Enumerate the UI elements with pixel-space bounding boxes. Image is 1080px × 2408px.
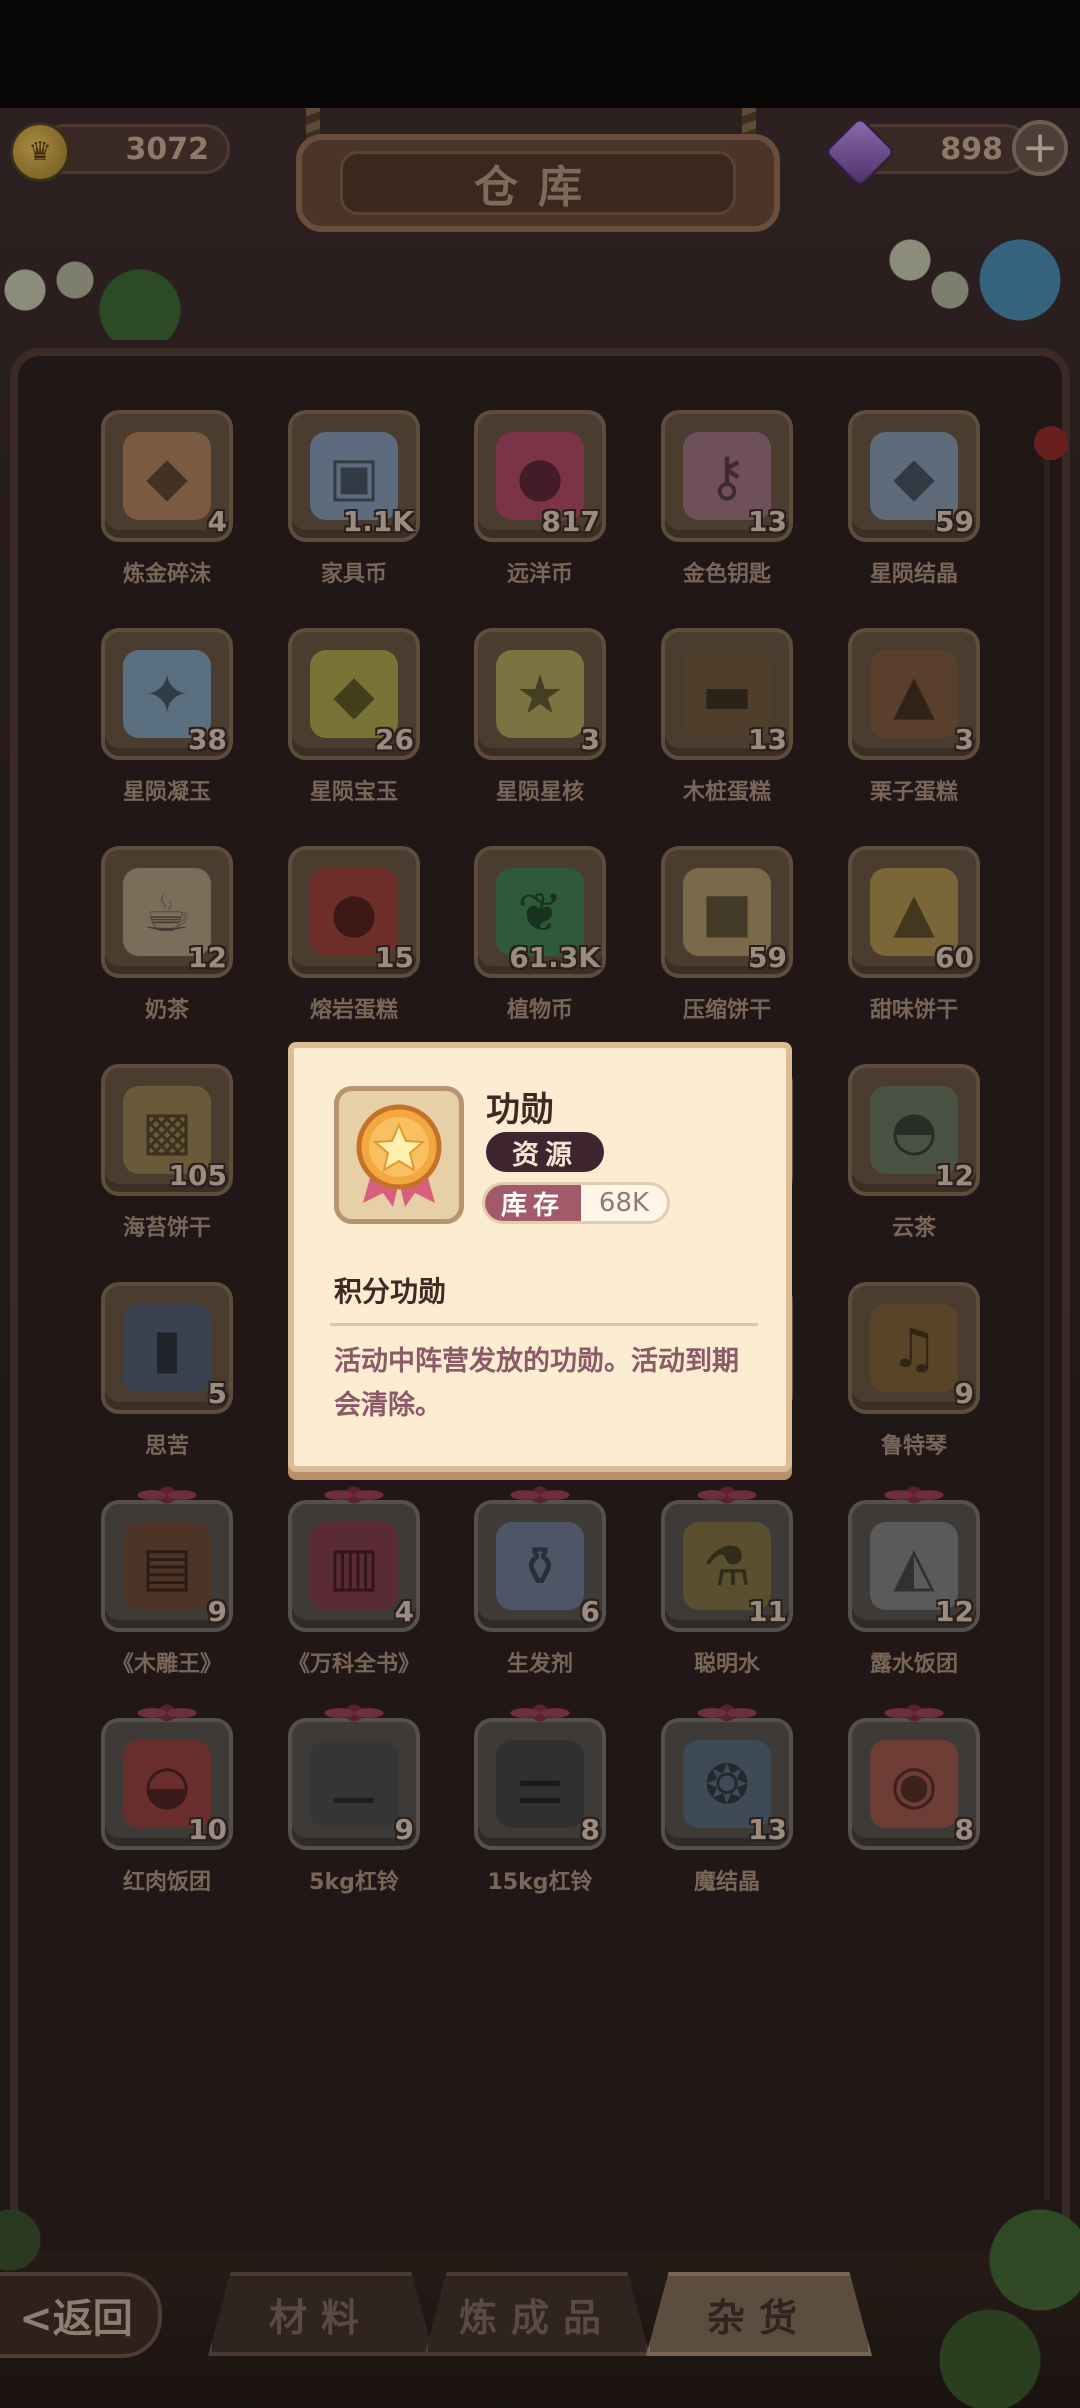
stock-label: 库存: [485, 1185, 581, 1221]
tab-crafted[interactable]: 炼成品: [424, 2272, 650, 2356]
popup-description: 活动中阵营发放的功勋。活动到期会清除。: [334, 1346, 739, 1421]
back-button[interactable]: <返回: [0, 2272, 162, 2358]
tab-materials[interactable]: 材料: [208, 2272, 434, 2356]
popup-subtitle: 积分功勋: [334, 1275, 447, 1308]
tab-misc[interactable]: 杂货: [646, 2272, 872, 2356]
medal-icon: [334, 1086, 464, 1224]
stock-badge: 库存 68K: [482, 1182, 670, 1224]
leaf-decoration-right: [930, 2200, 1080, 2408]
popup-divider: [330, 1323, 758, 1326]
popup-item-name: 功勋: [486, 1090, 554, 1130]
item-type-tag: 资源: [486, 1132, 604, 1172]
stock-value: 68K: [598, 1188, 650, 1218]
item-detail-popup: 功勋 资源 库存 68K 积分功勋 活动中阵营发放的功勋。活动到期会清除。: [288, 1042, 792, 1472]
